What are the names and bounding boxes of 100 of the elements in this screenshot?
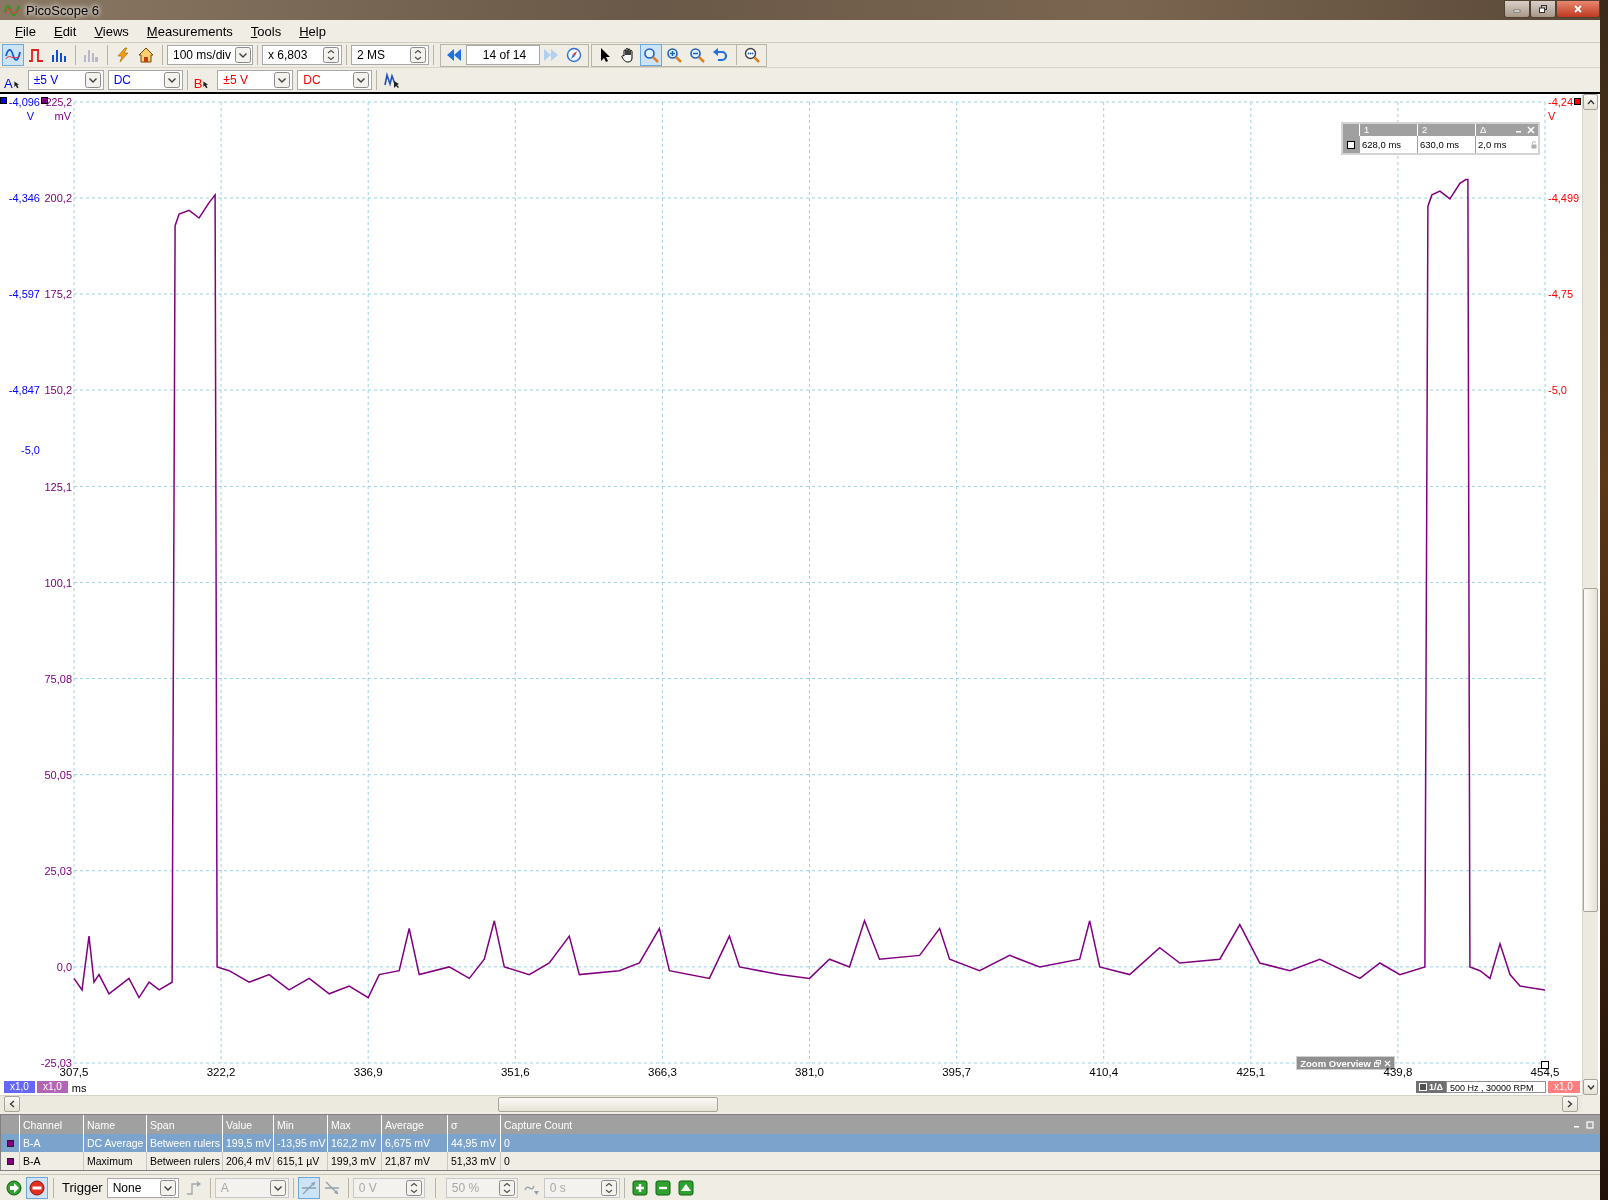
range-dropdown[interactable]: ±5 V [27,70,104,91]
table-cell: 615,1 µV [273,1152,327,1171]
lightning-icon [115,47,131,64]
spin-arrows-icon [323,47,339,64]
table-row[interactable]: B-A DC Average Between rulers 199,5 mV -13,95 mV 162,2 mV 6,675 mV 44,95 mV 0 [1,1134,1600,1153]
table-cell: 199,3 mV [327,1152,381,1171]
channel-button[interactable]: A [2,69,26,92]
step-arrow-icon [185,1179,202,1196]
minus-icon [654,1179,671,1196]
coupling-dropdown[interactable]: DC [107,70,183,91]
caret-right-icon [1566,1100,1574,1109]
ruler-value: 630,0 ms [1420,138,1460,153]
spin-arrows-icon [410,47,426,64]
caret-down-icon [1586,1083,1595,1092]
axis-label: 200,2 [44,191,72,205]
channel-marker [6,1139,14,1147]
axis-label: 125,1 [44,480,72,493]
stop-button[interactable] [26,1176,48,1199]
channel-marker[interactable] [1574,98,1581,106]
vertical-scrollbar[interactable] [1582,94,1598,1096]
axis-unit: mV [54,110,71,123]
restore-icon [1539,5,1547,13]
table-cell: Maximum [83,1152,146,1171]
axis-label: 50,05 [44,768,72,782]
scroll-down-button[interactable] [1583,1079,1598,1096]
axis-label: 225,2 [45,95,72,109]
ruler-marker [1347,140,1355,149]
caret-icon [163,72,180,89]
table-row[interactable]: B-A Maximum Between rulers 206,4 mV 615,1 µV 199,3 mV 21,87 mV 51,33 mV 0 [1,1152,1600,1171]
bar-chart-icon [51,47,67,64]
channel-marker[interactable] [0,97,7,105]
axis-label: 454,5 [1530,1066,1560,1079]
spin-arrows-icon [405,1179,422,1196]
timebase-dropdown[interactable]: 100 ms/div [167,45,253,66]
scroll-up-button[interactable] [1583,94,1598,111]
ruler-value: 2,0 ms [1478,138,1507,153]
view-mode-button[interactable] [2,44,24,67]
buffer-field[interactable]: 14 of 14 [466,45,540,66]
caret-up-icon [1586,98,1595,107]
menu-item[interactable]: Measurements [137,21,242,41]
menu-item[interactable]: File [6,21,45,41]
coupling-dropdown[interactable]: DC [297,70,373,91]
close-button[interactable] [1556,0,1600,18]
axis-label: 307,5 [59,1066,89,1079]
axis-unit: V [1548,110,1556,123]
wave-cursor-icon [384,72,401,89]
range-dropdown[interactable]: ±5 V [217,70,294,91]
axis-label: 75,08 [44,672,72,686]
maximize-button[interactable] [1530,0,1556,18]
menu-item[interactable]: Views [85,21,138,41]
frequency-readout: 500 Hz , 30000 RPM [1446,1080,1546,1093]
menu-item[interactable]: Edit [44,21,86,41]
menu-item[interactable]: Help [290,21,335,41]
table-cell: 199,5 mV [222,1134,273,1153]
ruler-value: 628,0 ms [1362,138,1402,153]
horizontal-scrollbar[interactable] [0,1095,1582,1113]
compass-icon [566,47,582,64]
channel-marker[interactable] [41,97,48,105]
magnifier-icon [744,47,760,64]
triangle-up-icon [677,1179,694,1196]
column-header[interactable]: Capture Count [504,1118,573,1131]
scale-badge[interactable]: x1,0 [1548,1080,1580,1093]
scale-badge[interactable]: x1,0 [4,1081,35,1094]
plus-icon [631,1179,648,1196]
scroll-right-button[interactable] [1562,1096,1578,1113]
caret-icon [274,72,291,89]
scroll-thumb[interactable] [498,1096,718,1112]
close-icon[interactable] [1527,126,1535,135]
square-pulse-icon [28,47,44,64]
axis-label: 366,3 [648,1066,677,1079]
scroll-left-button[interactable] [4,1096,20,1113]
axis-label: 395,7 [942,1066,971,1079]
axis-label: 0,0 [56,960,72,974]
minimize-button[interactable] [1504,0,1530,18]
table-cell: 206,4 mV [222,1152,273,1171]
axis-unit: V [26,110,34,123]
axis-label: 336,9 [353,1066,383,1079]
channel-button[interactable]: B [191,69,216,92]
table-cell: DC Average [83,1134,146,1153]
app-logo-icon [4,2,20,19]
channel-marker [6,1157,14,1165]
table-cell: Between rulers [146,1134,222,1153]
scroll-thumb[interactable] [1583,588,1598,913]
scale-badge[interactable]: x1,0 [36,1081,68,1094]
table-cell: Between rulers [146,1152,222,1171]
resize-handle[interactable] [1541,1061,1549,1070]
menu-item[interactable]: Tools [241,21,291,41]
caret-icon [269,1179,286,1196]
axis-label: -5,0 [1548,383,1567,397]
close-icon [1384,1059,1391,1067]
table-cell: 51,33 mV [447,1152,500,1171]
samples-spinbox[interactable]: 2 MS [351,45,429,66]
axis-label: 25,03 [44,864,72,878]
zoom-spinbox[interactable]: x 6,803 [262,45,342,66]
frequency-toggle[interactable]: 1/Δ [1416,1080,1446,1093]
axis-label: -25,03 [40,1056,72,1069]
axis-label: 322,2 [206,1066,236,1079]
trigger-mode-dropdown[interactable]: None [106,1177,179,1198]
table-cell: 162,2 mV [327,1134,381,1153]
trigger-label: Trigger [62,1180,103,1196]
